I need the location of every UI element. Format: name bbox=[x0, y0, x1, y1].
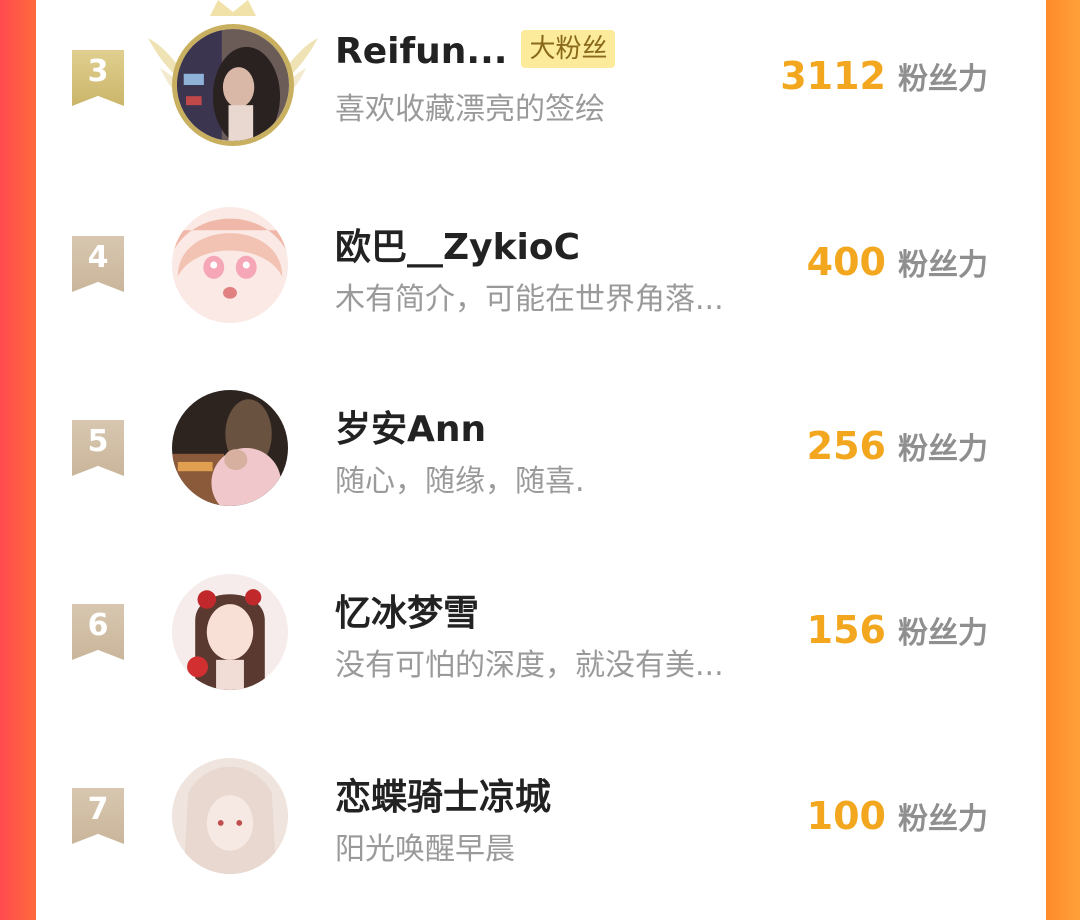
avatar-image bbox=[172, 390, 288, 506]
rank-number: 5 bbox=[87, 424, 109, 459]
user-name[interactable]: 恋蝶骑士凉城 bbox=[335, 768, 551, 820]
big-fan-tag: 大粉丝 bbox=[521, 30, 616, 68]
avatar[interactable] bbox=[172, 574, 288, 690]
list-item[interactable]: 4 欧巴__ZykioC 木有简介，可能在世界角落... 400 粉丝力 bbox=[36, 184, 1046, 368]
score-value: 100 bbox=[806, 794, 886, 838]
rank-badge: 4 bbox=[72, 236, 124, 292]
user-bio: 木有简介，可能在世界角落... bbox=[335, 282, 724, 317]
user-bio: 喜欢收藏漂亮的签绘 bbox=[335, 92, 605, 127]
user-name[interactable]: 忆冰梦雪 bbox=[335, 584, 479, 636]
avatar-image bbox=[172, 207, 288, 323]
rank-number: 3 bbox=[87, 54, 109, 89]
avatar-image bbox=[172, 758, 288, 874]
score-unit: 粉丝力 bbox=[898, 616, 988, 651]
rank-badge: 6 bbox=[72, 604, 124, 660]
fan-power-score: 3112 粉丝力 bbox=[780, 54, 988, 98]
list-item[interactable]: 3 Reifun... 大粉丝 喜欢收藏漂亮的签绘 3112 粉丝力 bbox=[36, 0, 1046, 184]
avatar-image bbox=[172, 574, 288, 690]
list-item[interactable]: 6 忆冰梦雪 没有可怕的深度，就没有美... 156 粉丝力 bbox=[36, 552, 1046, 736]
avatar-image bbox=[177, 29, 289, 141]
user-name[interactable]: 欧巴__ZykioC bbox=[335, 218, 580, 270]
score-unit: 粉丝力 bbox=[898, 432, 988, 467]
list-item[interactable]: 7 恋蝶骑士凉城 阳光唤醒早晨 100 粉丝力 bbox=[36, 736, 1046, 920]
user-bio: 没有可怕的深度，就没有美... bbox=[335, 648, 724, 683]
rank-number: 7 bbox=[87, 792, 109, 827]
avatar[interactable] bbox=[172, 390, 288, 506]
avatar[interactable] bbox=[172, 758, 288, 874]
score-value: 3112 bbox=[780, 54, 886, 98]
score-value: 156 bbox=[806, 608, 886, 652]
rank-number: 4 bbox=[87, 240, 109, 275]
score-value: 400 bbox=[806, 240, 886, 284]
fan-power-score: 156 粉丝力 bbox=[807, 608, 988, 652]
rank-number: 6 bbox=[87, 608, 109, 643]
rank-badge: 7 bbox=[72, 788, 124, 844]
user-bio: 随心，随缘，随喜. bbox=[335, 464, 585, 499]
score-unit: 粉丝力 bbox=[898, 248, 988, 283]
fan-power-score: 400 粉丝力 bbox=[807, 240, 988, 284]
list-item[interactable]: 5 岁安Ann 随心，随缘，随喜. 256 粉丝力 bbox=[36, 368, 1046, 552]
user-bio: 阳光唤醒早晨 bbox=[335, 832, 515, 867]
user-name[interactable]: Reifun... 大粉丝 bbox=[335, 30, 616, 72]
score-unit: 粉丝力 bbox=[898, 802, 988, 837]
score-value: 256 bbox=[806, 424, 886, 468]
fan-power-score: 256 粉丝力 bbox=[807, 424, 988, 468]
score-unit: 粉丝力 bbox=[898, 62, 988, 97]
avatar[interactable] bbox=[172, 24, 294, 146]
fan-ranking-list: 3 Reifun... 大粉丝 喜欢收藏漂亮的签绘 3112 粉丝力 4 欧巴_… bbox=[36, 0, 1046, 874]
rank-badge: 5 bbox=[72, 420, 124, 476]
fan-power-score: 100 粉丝力 bbox=[807, 794, 988, 838]
user-name[interactable]: 岁安Ann bbox=[335, 400, 486, 452]
avatar[interactable] bbox=[172, 207, 288, 323]
rank-badge: 3 bbox=[72, 50, 124, 106]
